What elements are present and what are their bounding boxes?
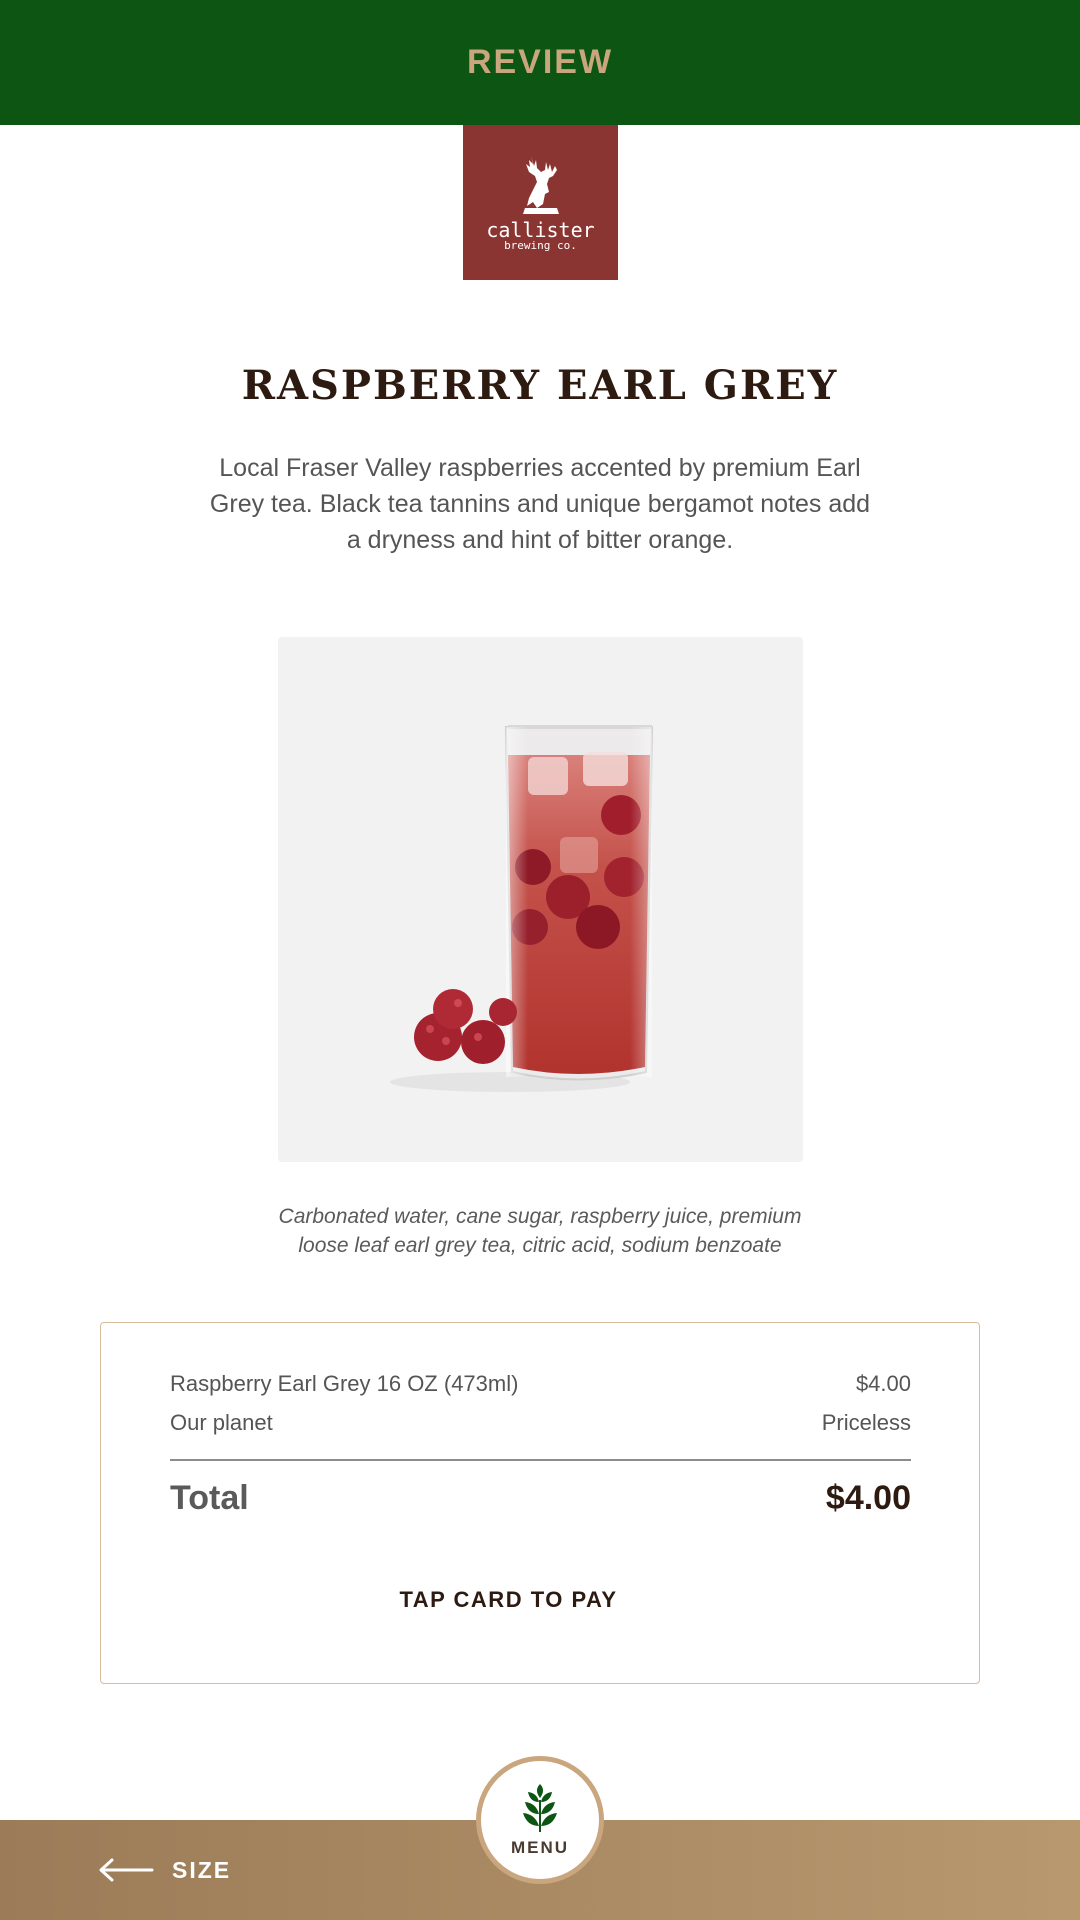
product-image	[278, 637, 803, 1162]
line-item: Our planet Priceless	[170, 1410, 911, 1436]
logo-name: callister	[486, 217, 595, 242]
page-title: REVIEW	[466, 43, 614, 81]
menu-button[interactable]: MENU	[476, 1756, 604, 1884]
line-item-label: Our planet	[170, 1410, 273, 1435]
brand-logo: callister brewing co.	[463, 125, 618, 280]
menu-label: MENU	[510, 1838, 570, 1857]
top-header: REVIEW	[0, 0, 1080, 125]
product-description: Local Fraser Valley raspberries accented…	[209, 454, 871, 554]
tap-card-to-pay-button[interactable]: TAP CARD TO PAY	[301, 1573, 716, 1627]
drink-photo	[390, 725, 654, 1092]
line-item-price: Priceless	[821, 1410, 911, 1435]
line-item-price: $4.00	[855, 1371, 911, 1396]
product-title: RASPBERRY EARL GREY	[241, 362, 839, 409]
back-to-size-button[interactable]: SIZE	[98, 1850, 231, 1890]
line-item: Raspberry Earl Grey 16 OZ (473ml) $4.00	[170, 1371, 911, 1397]
stag-head-icon	[522, 155, 559, 214]
divider	[170, 1459, 911, 1461]
order-summary: Raspberry Earl Grey 16 OZ (473ml) $4.00 …	[100, 1322, 980, 1684]
ingredients-text: Carbonated water, cane sugar, raspberry …	[278, 1205, 802, 1257]
arrow-left-icon	[99, 1858, 154, 1882]
leaf-icon	[523, 1784, 557, 1832]
total-row: Total $4.00	[170, 1479, 911, 1518]
logo-subtitle: brewing co.	[504, 238, 577, 252]
total-value: $4.00	[825, 1479, 911, 1517]
back-label: SIZE	[172, 1856, 232, 1883]
line-item-label: Raspberry Earl Grey 16 OZ (473ml)	[170, 1371, 519, 1396]
total-label: Total	[170, 1479, 249, 1517]
